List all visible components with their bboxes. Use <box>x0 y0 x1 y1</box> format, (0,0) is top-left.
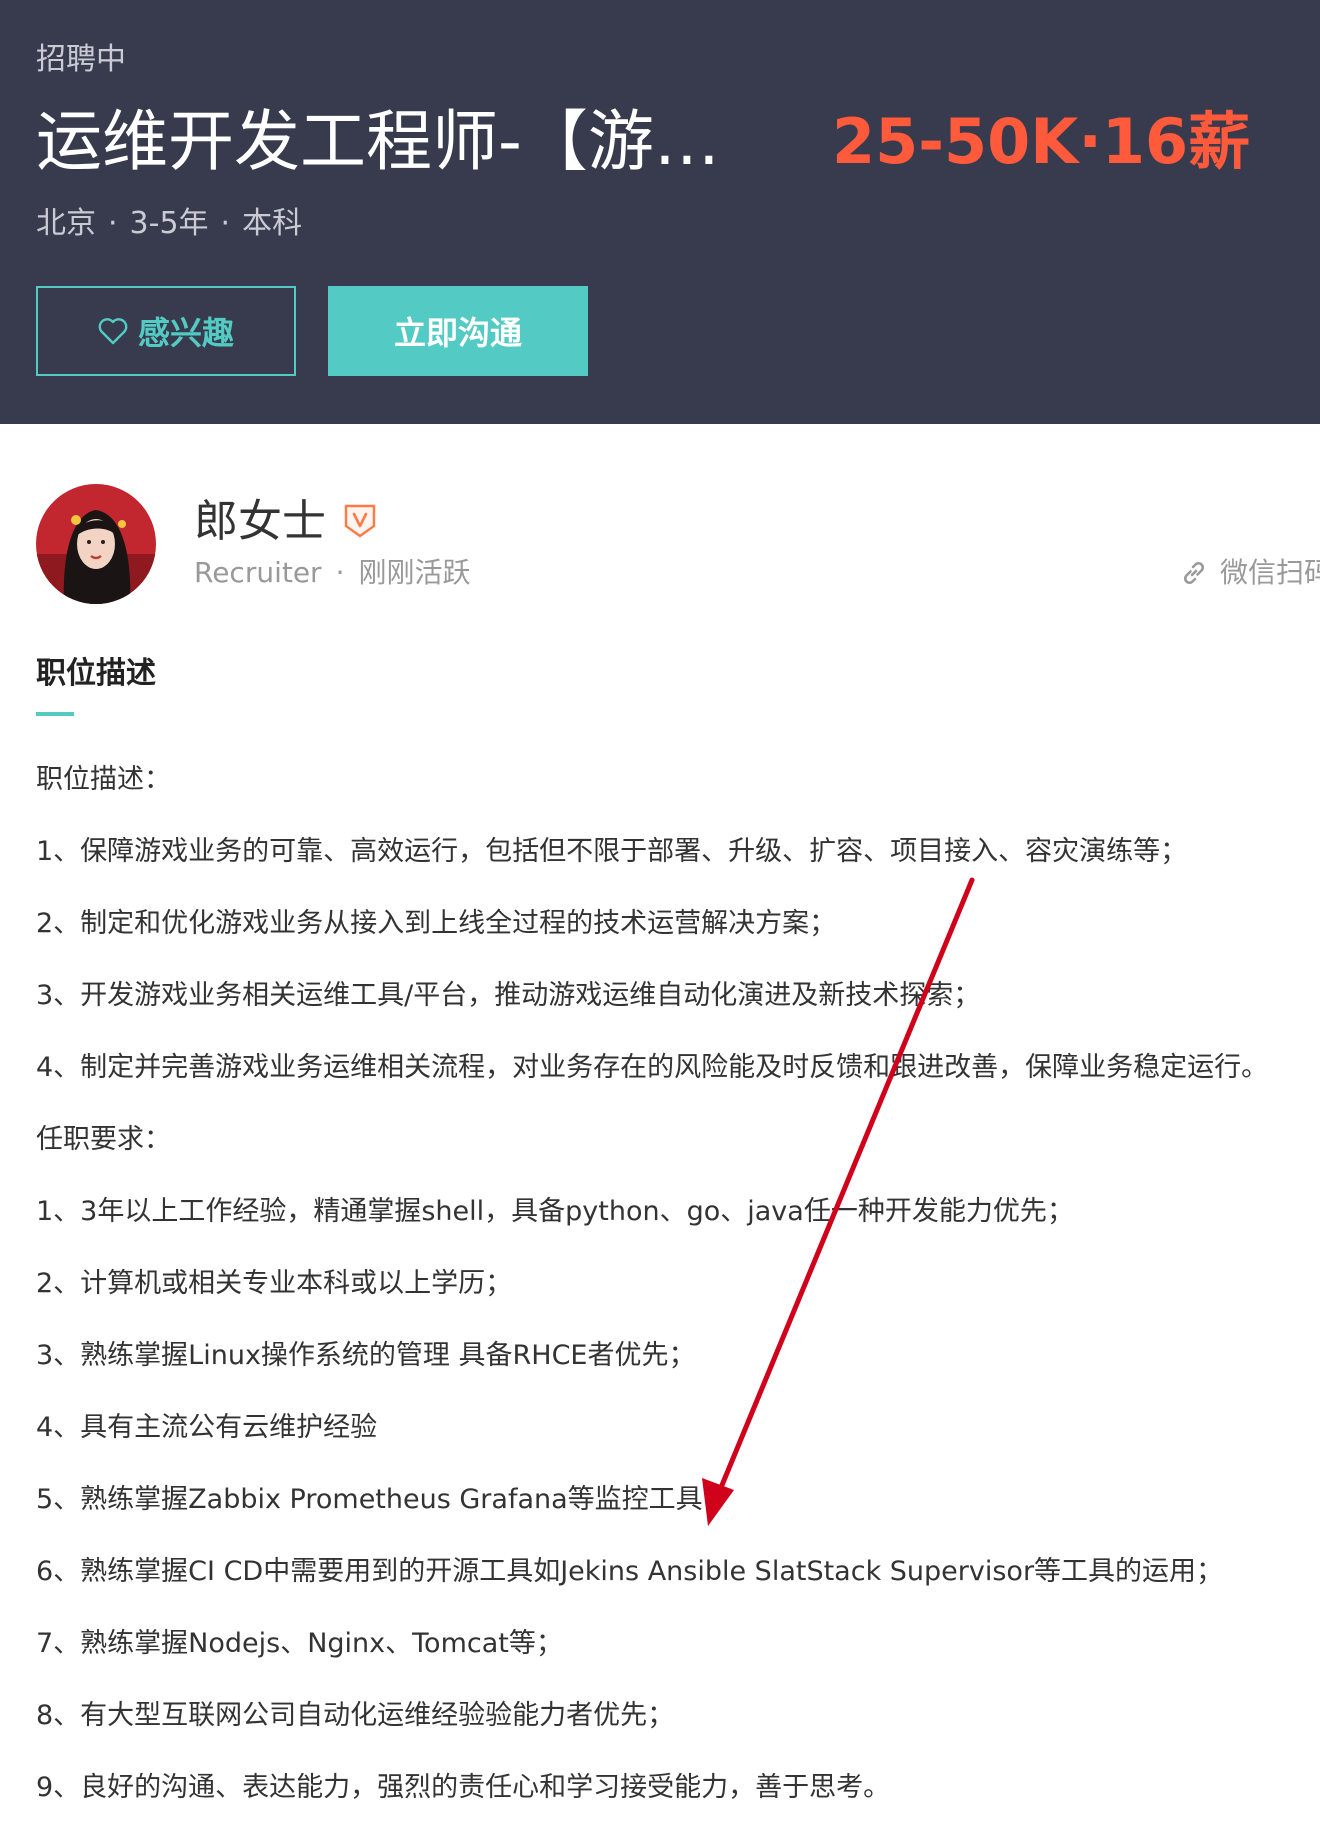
description-line: 1、保障游戏业务的可靠、高效运行，包括但不限于部署、升级、扩容、项目接入、容灾演… <box>36 836 1188 867</box>
chat-now-button-label: 立即沟通 <box>393 314 522 352</box>
description-line: 4、具有主流公有云维护经验 <box>36 1412 378 1443</box>
chat-now-button[interactable]: 立即沟通 <box>328 286 588 376</box>
description-line: 4、制定并完善游戏业务运维相关流程，对业务存在的风险能及时反馈和跟进改善，保障业… <box>36 1052 1269 1083</box>
job-education: 本科 <box>242 206 303 241</box>
job-header: 招聘中 运维开发工程师-【游戏… 25-50K·16薪 北京 · 3-5年 · 本科 感… <box>0 0 1320 424</box>
heart-outline-icon <box>98 318 128 345</box>
section-title: 职位描述 <box>36 656 156 691</box>
verified-v-badge-icon <box>344 504 376 542</box>
description-line: 2、计算机或相关专业本科或以上学历； <box>36 1268 513 1299</box>
interest-button[interactable]: 感兴趣 <box>36 286 296 376</box>
recruiter-meta-separator: · <box>335 556 345 589</box>
description-line: 3、开发游戏业务相关运维工具/平台，推动游戏运维自动化演进及新技术探索； <box>36 980 981 1011</box>
job-salary: 25-50K·16薪 <box>832 105 1251 178</box>
job-meta: 北京 · 3-5年 · 本科 <box>36 204 302 244</box>
description-line: 1、3年以上工作经验，精通掌握shell，具备python、go、java任一种… <box>36 1196 1074 1227</box>
recruiter-activity: 刚刚活跃 <box>358 556 471 589</box>
description-line: 任职要求： <box>36 1124 171 1155</box>
avatar-image <box>36 484 156 604</box>
meta-separator: · <box>220 206 231 241</box>
description-line: 职位描述： <box>36 764 171 795</box>
section-title-underline <box>36 712 74 716</box>
description-line: 9、良好的沟通、表达能力，强烈的责任心和学习接受能力，善于思考。 <box>36 1772 891 1803</box>
wechat-scan-link[interactable]: 微信扫码 <box>1180 556 1320 590</box>
description-line: 2、制定和优化游戏业务从接入到上线全过程的技术运营解决方案； <box>36 908 837 939</box>
interest-button-label: 感兴趣 <box>137 314 234 352</box>
job-location: 北京 <box>36 206 96 241</box>
recruiter-role: Recruiter <box>194 556 322 589</box>
job-title: 运维开发工程师-【游戏… <box>36 103 776 180</box>
recruiter-name: 郎女士 <box>194 496 326 547</box>
job-description: 职位描述： 1、保障游戏业务的可靠、高效运行，包括但不限于部署、升级、扩容、项目… <box>36 760 1306 1840</box>
description-line: 7、熟练掌握Nodejs、Nginx、Tomcat等； <box>36 1628 563 1659</box>
meta-separator: · <box>108 206 118 241</box>
description-line: 3、熟练掌握Linux操作系统的管理 具备RHCE者优先； <box>36 1340 696 1371</box>
recruiter-avatar[interactable] <box>36 484 156 604</box>
link-icon <box>1183 561 1205 585</box>
job-experience: 3-5年 <box>129 206 209 241</box>
job-status: 招聘中 <box>36 42 126 77</box>
wechat-scan-label: 微信扫码 <box>1220 556 1320 589</box>
recruiter-meta: Recruiter · 刚刚活跃 <box>194 556 471 590</box>
description-line: 6、熟练掌握CI CD中需要用到的开源工具如Jekins Ansible Sla… <box>36 1556 1224 1587</box>
description-line: 8、有大型互联网公司自动化运维经验验能力者优先； <box>36 1700 675 1731</box>
description-line: 5、熟练掌握Zabbix Prometheus Grafana等监控工具； <box>36 1484 730 1515</box>
